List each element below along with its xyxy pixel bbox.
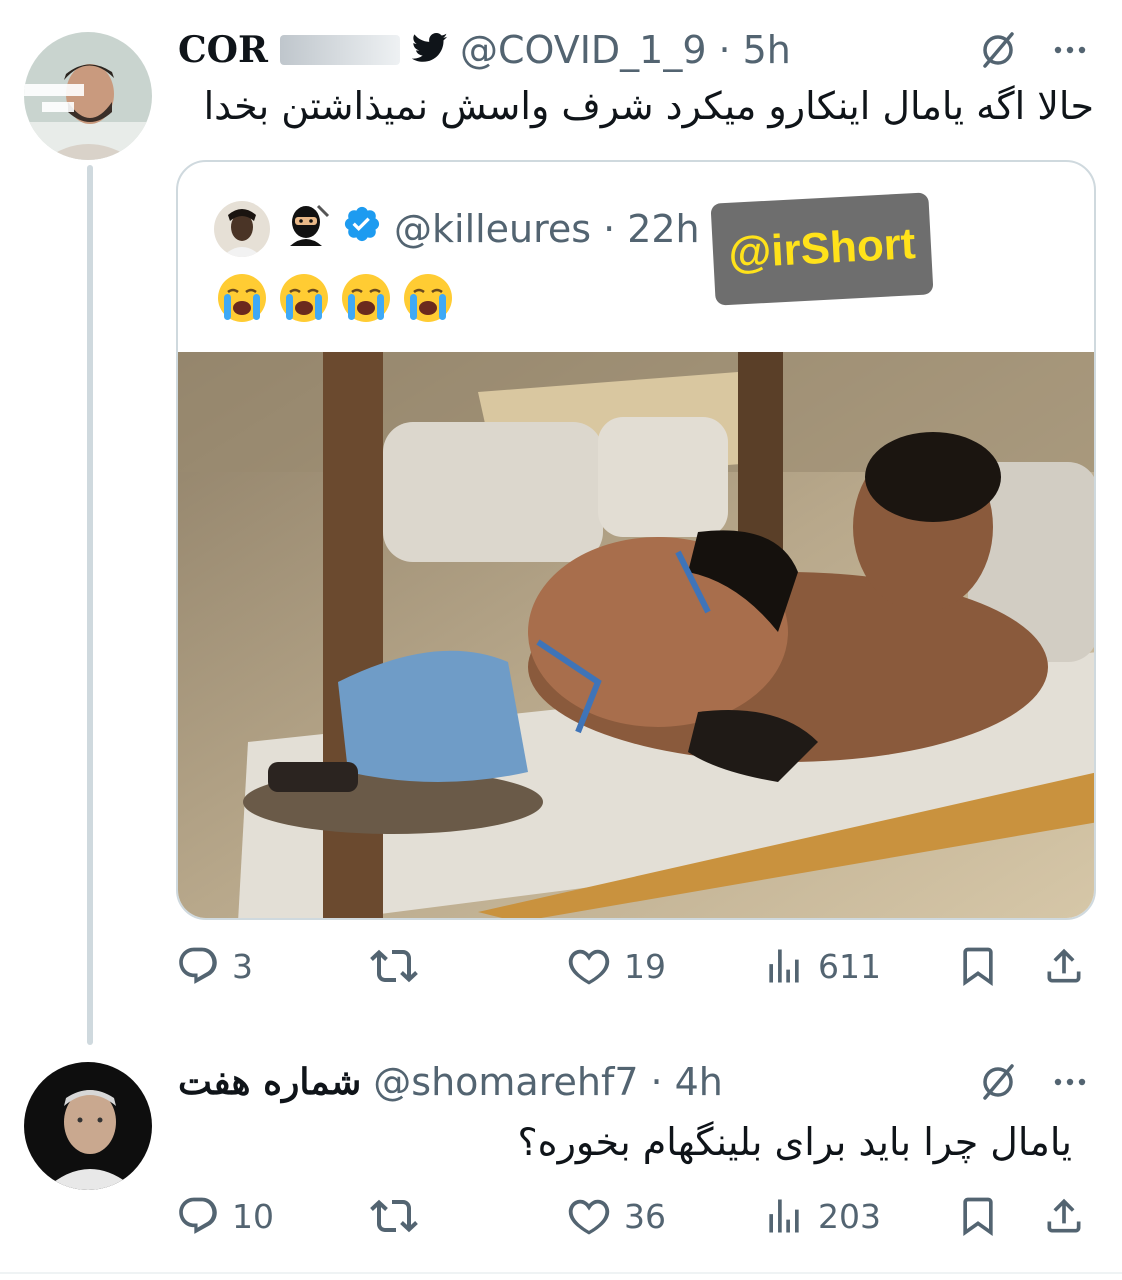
bookmark-icon — [963, 947, 993, 987]
like-count: 19 — [624, 946, 666, 986]
views-icon — [769, 949, 799, 983]
views-button[interactable]: 203 — [762, 1186, 881, 1246]
separator-dot: · — [718, 28, 731, 72]
reply-count: 10 — [232, 1196, 274, 1236]
quoted-timestamp[interactable]: 22h — [627, 207, 699, 251]
retweet-button[interactable] — [370, 1186, 430, 1246]
like-button[interactable]: 36 — [566, 1186, 666, 1246]
views-button[interactable]: 611 — [762, 936, 881, 996]
loudly-crying-face-icon — [404, 274, 452, 322]
retweet-icon — [370, 1199, 418, 1233]
more-icon[interactable] — [1050, 1062, 1090, 1102]
loudly-crying-face-icon — [280, 274, 328, 322]
more-icon[interactable] — [1050, 30, 1090, 70]
tweet-header: COR @COVID_1_9 · 5h — [178, 28, 791, 72]
timestamp[interactable]: 5h — [743, 28, 791, 72]
separator-dot: · — [650, 1060, 663, 1104]
heart-icon — [568, 949, 610, 985]
views-icon — [769, 1199, 799, 1233]
retweet-icon — [370, 949, 418, 983]
avatar[interactable] — [24, 32, 152, 160]
divider — [0, 1272, 1122, 1274]
share-button[interactable] — [1042, 1186, 1086, 1246]
reply-icon — [179, 1197, 217, 1234]
quoted-avatar[interactable] — [214, 200, 270, 257]
share-icon — [1047, 948, 1081, 983]
loudly-crying-face-icon — [342, 274, 390, 322]
tweet-actions: 10 36 203 — [176, 1186, 1096, 1246]
irshort-watermark: @irShort — [710, 192, 934, 306]
tweet-header: شماره هفت @shomarehf7 · 4h — [178, 1060, 723, 1104]
bookmark-icon — [963, 1197, 993, 1237]
grok-icon[interactable] — [978, 1062, 1018, 1102]
name-redaction — [279, 35, 400, 65]
twitter-bird-icon — [411, 28, 448, 72]
display-name[interactable]: شماره هفت — [178, 1061, 361, 1103]
reply-count: 3 — [232, 946, 253, 986]
share-icon — [1047, 1198, 1081, 1233]
like-button[interactable]: 19 — [566, 936, 666, 996]
tweet-actions: 3 19 611 — [176, 936, 1096, 996]
bookmark-button[interactable] — [956, 1186, 1000, 1246]
verified-badge-icon — [342, 204, 382, 253]
quoted-tweet-text: 😭😭😭😭 — [216, 272, 454, 324]
avatar[interactable] — [24, 1062, 152, 1190]
quoted-tweet-header: @killeures · 22h — [214, 200, 700, 257]
timestamp[interactable]: 4h — [675, 1060, 723, 1104]
grok-icon[interactable] — [978, 30, 1018, 70]
handle[interactable]: @shomarehf7 — [373, 1060, 638, 1104]
like-count: 36 — [624, 1196, 666, 1236]
display-name[interactable]: COR — [178, 29, 268, 71]
handle[interactable]: @COVID_1_9 — [460, 28, 707, 72]
reply-button[interactable]: 10 — [176, 1186, 274, 1246]
view-count: 203 — [818, 1196, 881, 1236]
thread-connector-line — [87, 165, 93, 1045]
quoted-tweet-photo[interactable] — [178, 352, 1094, 918]
bookmark-button[interactable] — [956, 936, 1000, 996]
reply-button[interactable]: 3 — [176, 936, 253, 996]
separator-dot: · — [603, 206, 616, 251]
loudly-crying-face-icon — [218, 274, 266, 322]
quoted-handle[interactable]: @killeures — [394, 207, 591, 251]
quoted-tweet-card[interactable]: @killeures · 22h 😭😭😭😭 — [176, 160, 1096, 920]
ninja-emoji-icon — [282, 200, 330, 257]
heart-icon — [568, 1199, 610, 1235]
tweet-text: یامال چرا باید برای بلینگهام بخوره؟ — [517, 1120, 1073, 1164]
reply-icon — [179, 947, 217, 984]
share-button[interactable] — [1042, 936, 1086, 996]
retweet-button[interactable] — [370, 936, 430, 996]
tweet-text: حالا اگه یامال اینکارو میکرد شرف واسش نم… — [203, 84, 1094, 128]
view-count: 611 — [818, 946, 881, 986]
watermark-text: @irShort — [727, 219, 917, 278]
